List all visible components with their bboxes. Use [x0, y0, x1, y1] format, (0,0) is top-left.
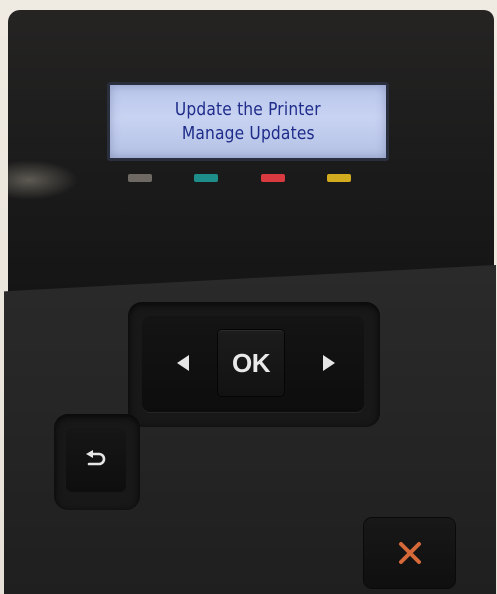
- status-indicator-yellow: [327, 174, 351, 182]
- cancel-x-icon: [398, 542, 421, 564]
- ok-button[interactable]: OK: [218, 330, 284, 396]
- right-arrow-button[interactable]: [300, 330, 358, 396]
- light-reflection: [8, 160, 78, 200]
- status-indicator-teal: [194, 174, 218, 182]
- lcd-display: Update the Printer Manage Updates: [110, 85, 386, 158]
- left-arrow-button[interactable]: [154, 330, 212, 396]
- cancel-button[interactable]: [364, 518, 455, 588]
- left-arrow-icon: [177, 355, 189, 371]
- display-line-1: Update the Printer: [175, 98, 321, 120]
- printer-control-panel-photo: Update the Printer Manage Updates OK: [0, 0, 497, 594]
- display-line-2: Manage Updates: [181, 122, 315, 144]
- right-arrow-icon: [323, 355, 335, 371]
- back-button[interactable]: [66, 428, 126, 492]
- status-indicator-red: [261, 174, 285, 182]
- status-indicator-gray: [128, 174, 152, 182]
- back-arrow-icon: [86, 450, 106, 466]
- ok-label: OK: [232, 347, 271, 378]
